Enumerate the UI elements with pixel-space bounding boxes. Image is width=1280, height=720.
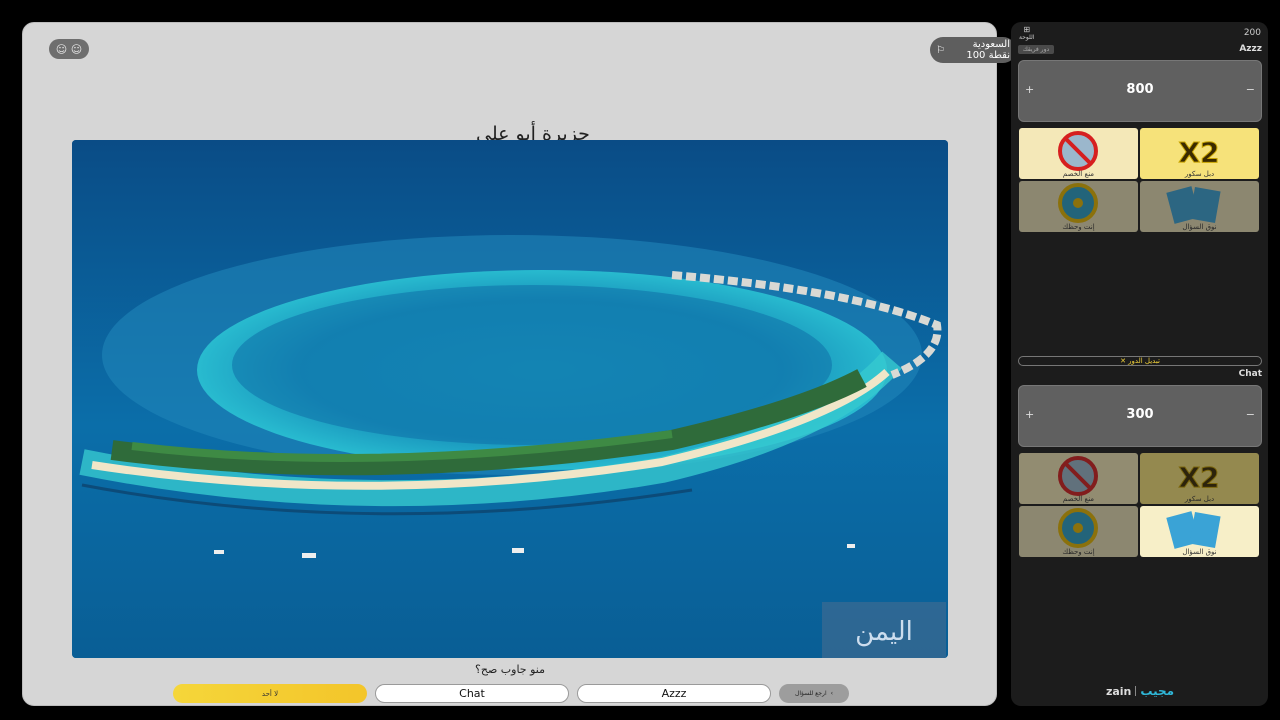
team-points: 100 نقطة: [966, 50, 1010, 61]
game-screen: ☺ ☺ ⚐ السعودية 100 نقطة جزيرة أبو علي ال…: [0, 0, 1280, 720]
team-name: Chat: [1238, 369, 1262, 379]
powerup-label: دبل سكور: [1184, 495, 1215, 503]
board-button[interactable]: ⊞ اللوحة: [1019, 26, 1035, 42]
team-score: 800: [1126, 82, 1154, 97]
scoreboard-sidebar: ⊞ اللوحة 200 دور فريقك Azzz + 800 − X2 د…: [1011, 22, 1268, 706]
window-controls[interactable]: ☺ ☺: [49, 39, 89, 59]
team-chat-button[interactable]: Chat: [375, 684, 569, 703]
powerup-block-opponent[interactable]: منع الخصم: [1019, 453, 1138, 504]
logo-divider: [1135, 686, 1137, 696]
powerup-label: دبل سكور: [1184, 170, 1215, 178]
powerups-azzz: X2 دبل سكور منع الخصم نوق السؤال إنت وحظ…: [1019, 128, 1260, 232]
flag-icon[interactable]: ⚐: [936, 45, 952, 56]
decrease-score-button[interactable]: −: [1246, 408, 1255, 421]
team-country: السعودية: [972, 39, 1010, 50]
powerup-label: إنت وحظك: [1062, 223, 1095, 231]
powerup-cards[interactable]: نوق السؤال: [1140, 181, 1259, 232]
watermark-logo: اليمن: [855, 617, 913, 647]
powerup-label: نوق السؤال: [1182, 223, 1217, 231]
decrease-score-button[interactable]: −: [1246, 83, 1255, 96]
no-one-button[interactable]: لا أحد: [173, 684, 367, 703]
brand-logo: مجيب: [1140, 684, 1175, 698]
powerup-label: منع الخصم: [1062, 170, 1095, 178]
question-image: اليمن: [72, 140, 948, 658]
powerup-label: نوق السؤال: [1182, 548, 1217, 556]
window-controls-icon[interactable]: ☺ ☺: [56, 43, 82, 56]
svg-text:X2: X2: [1178, 136, 1219, 169]
answer-bar: لا أحد Chat Azzz ارجع للسؤال ‹: [172, 684, 852, 704]
switch-turn-button[interactable]: ✕ تبديل الدور: [1018, 356, 1262, 366]
powerup-cards[interactable]: نوق السؤال: [1140, 506, 1259, 557]
board-label: اللوحة: [1019, 34, 1035, 41]
powerup-label: إنت وحظك: [1062, 548, 1095, 556]
who-answered-prompt: منو جاوب صح؟: [475, 663, 545, 676]
current-team-badge: ⚐ السعودية 100 نقطة: [930, 37, 1016, 63]
score-box-chat: + 300 −: [1018, 385, 1262, 447]
team-header-chat: Chat: [1018, 369, 1262, 381]
powerup-double-score[interactable]: X2 دبل سكور: [1140, 453, 1259, 504]
team-azzz-button[interactable]: Azzz: [577, 684, 771, 703]
powerup-wheel[interactable]: إنت وحظك: [1019, 506, 1138, 557]
svg-text:X2: X2: [1178, 461, 1219, 494]
sponsor-logos: zain مجيب: [1093, 682, 1187, 700]
team-name: Azzz: [1239, 44, 1262, 54]
team-header-azzz: دور فريقك Azzz: [1018, 44, 1262, 56]
turn-badge: دور فريقك: [1018, 45, 1054, 54]
powerup-block-opponent[interactable]: منع الخصم: [1019, 128, 1138, 179]
back-label: ارجع للسؤال: [794, 690, 827, 697]
powerup-wheel[interactable]: إنت وحظك: [1019, 181, 1138, 232]
team-score: 300: [1126, 407, 1154, 422]
powerups-chat: X2 دبل سكور منع الخصم نوق السؤال إنت وحظ…: [1019, 453, 1260, 557]
question-value: 200: [1243, 28, 1261, 38]
sidebar-top: ⊞ اللوحة 200: [1019, 26, 1261, 42]
zain-logo: zain: [1105, 684, 1132, 698]
chevron-left-icon: ‹: [830, 690, 834, 697]
back-to-question-button[interactable]: ارجع للسؤال ‹: [779, 684, 849, 703]
score-box-azzz: + 800 −: [1018, 60, 1262, 122]
grid-icon: ⊞: [1023, 25, 1031, 34]
powerup-double-score[interactable]: X2 دبل سكور: [1140, 128, 1259, 179]
powerup-label: منع الخصم: [1062, 495, 1095, 503]
